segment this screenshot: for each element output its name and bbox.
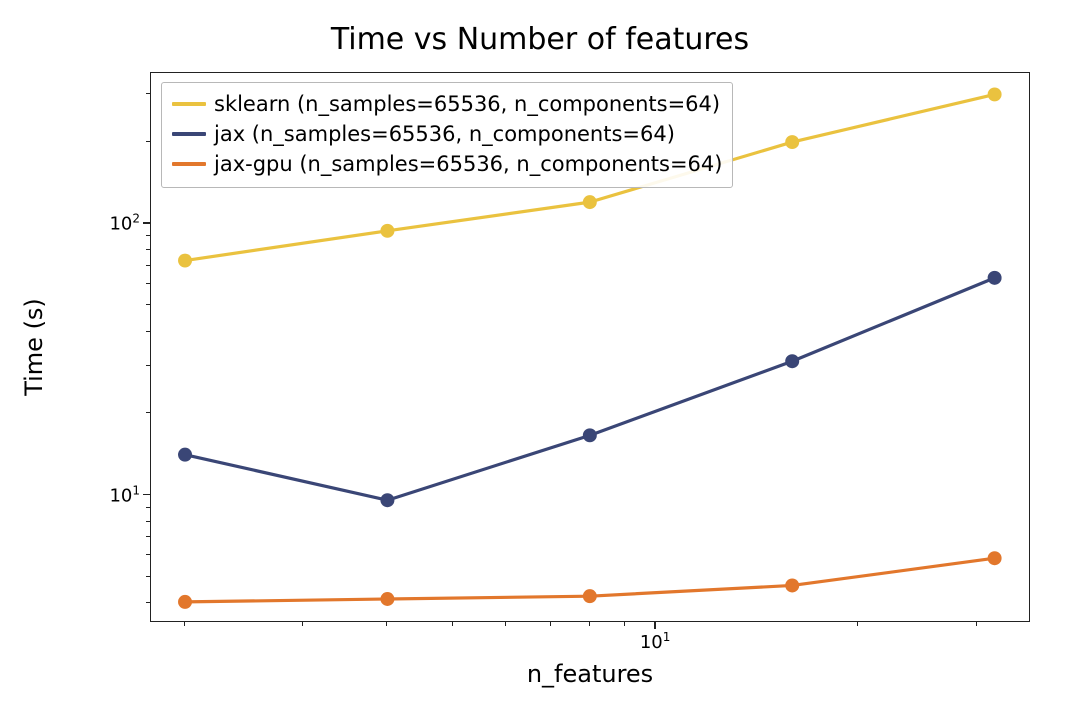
data-point — [785, 578, 799, 592]
legend-label: jax-gpu (n_samples=65536, n_components=6… — [214, 152, 722, 176]
x-minor-tick — [976, 622, 977, 626]
y-tick-label: 101 — [80, 483, 140, 506]
x-minor-tick — [505, 622, 506, 626]
legend-label: sklearn (n_samples=65536, n_components=6… — [214, 92, 720, 116]
y-minor-tick — [146, 365, 150, 366]
data-point — [785, 354, 799, 368]
y-minor-tick — [146, 283, 150, 284]
y-minor-tick — [146, 304, 150, 305]
x-minor-tick — [857, 622, 858, 626]
legend-label: jax (n_samples=65536, n_components=64) — [214, 122, 675, 146]
legend: sklearn (n_samples=65536, n_components=6… — [161, 82, 733, 188]
y-axis-label: Time (s) — [20, 72, 60, 622]
y-minor-tick — [146, 554, 150, 555]
data-point — [178, 448, 192, 462]
data-point — [988, 271, 1002, 285]
x-minor-tick — [550, 622, 551, 626]
data-point — [583, 428, 597, 442]
series-line — [185, 278, 995, 500]
legend-entry: jax-gpu (n_samples=65536, n_components=6… — [172, 149, 722, 179]
y-tick-label: 102 — [80, 212, 140, 235]
data-point — [785, 135, 799, 149]
y-minor-tick — [146, 93, 150, 94]
y-minor-tick — [146, 141, 150, 142]
y-tick-mark — [143, 494, 150, 495]
chart-figure: Time vs Number of features Time (s) n_fe… — [0, 0, 1080, 720]
data-point — [583, 589, 597, 603]
chart-title: Time vs Number of features — [0, 22, 1080, 57]
y-minor-tick — [146, 602, 150, 603]
legend-entry: jax (n_samples=65536, n_components=64) — [172, 119, 722, 149]
y-tick-mark — [143, 222, 150, 223]
y-minor-tick — [146, 507, 150, 508]
y-minor-tick — [146, 249, 150, 250]
data-point — [380, 592, 394, 606]
x-minor-tick — [386, 622, 387, 626]
legend-entry: sklearn (n_samples=65536, n_components=6… — [172, 89, 722, 119]
data-point — [583, 195, 597, 209]
y-minor-tick — [146, 521, 150, 522]
x-minor-tick — [184, 622, 185, 626]
legend-swatch — [172, 102, 206, 105]
y-minor-tick — [146, 536, 150, 537]
x-minor-tick — [589, 622, 590, 626]
x-minor-tick — [452, 622, 453, 626]
data-point — [178, 595, 192, 609]
data-point — [988, 551, 1002, 565]
data-point — [380, 493, 394, 507]
x-tick-label: 101 — [640, 630, 671, 653]
y-minor-tick — [146, 576, 150, 577]
data-point — [380, 224, 394, 238]
y-minor-tick — [146, 331, 150, 332]
data-point — [178, 254, 192, 268]
data-point — [988, 87, 1002, 101]
legend-swatch — [172, 132, 206, 135]
x-tick-mark — [654, 622, 655, 629]
x-axis-label: n_features — [150, 660, 1030, 688]
x-minor-tick — [624, 622, 625, 626]
x-minor-tick — [302, 622, 303, 626]
legend-swatch — [172, 162, 206, 165]
y-minor-tick — [146, 265, 150, 266]
y-minor-tick — [146, 235, 150, 236]
y-minor-tick — [146, 412, 150, 413]
